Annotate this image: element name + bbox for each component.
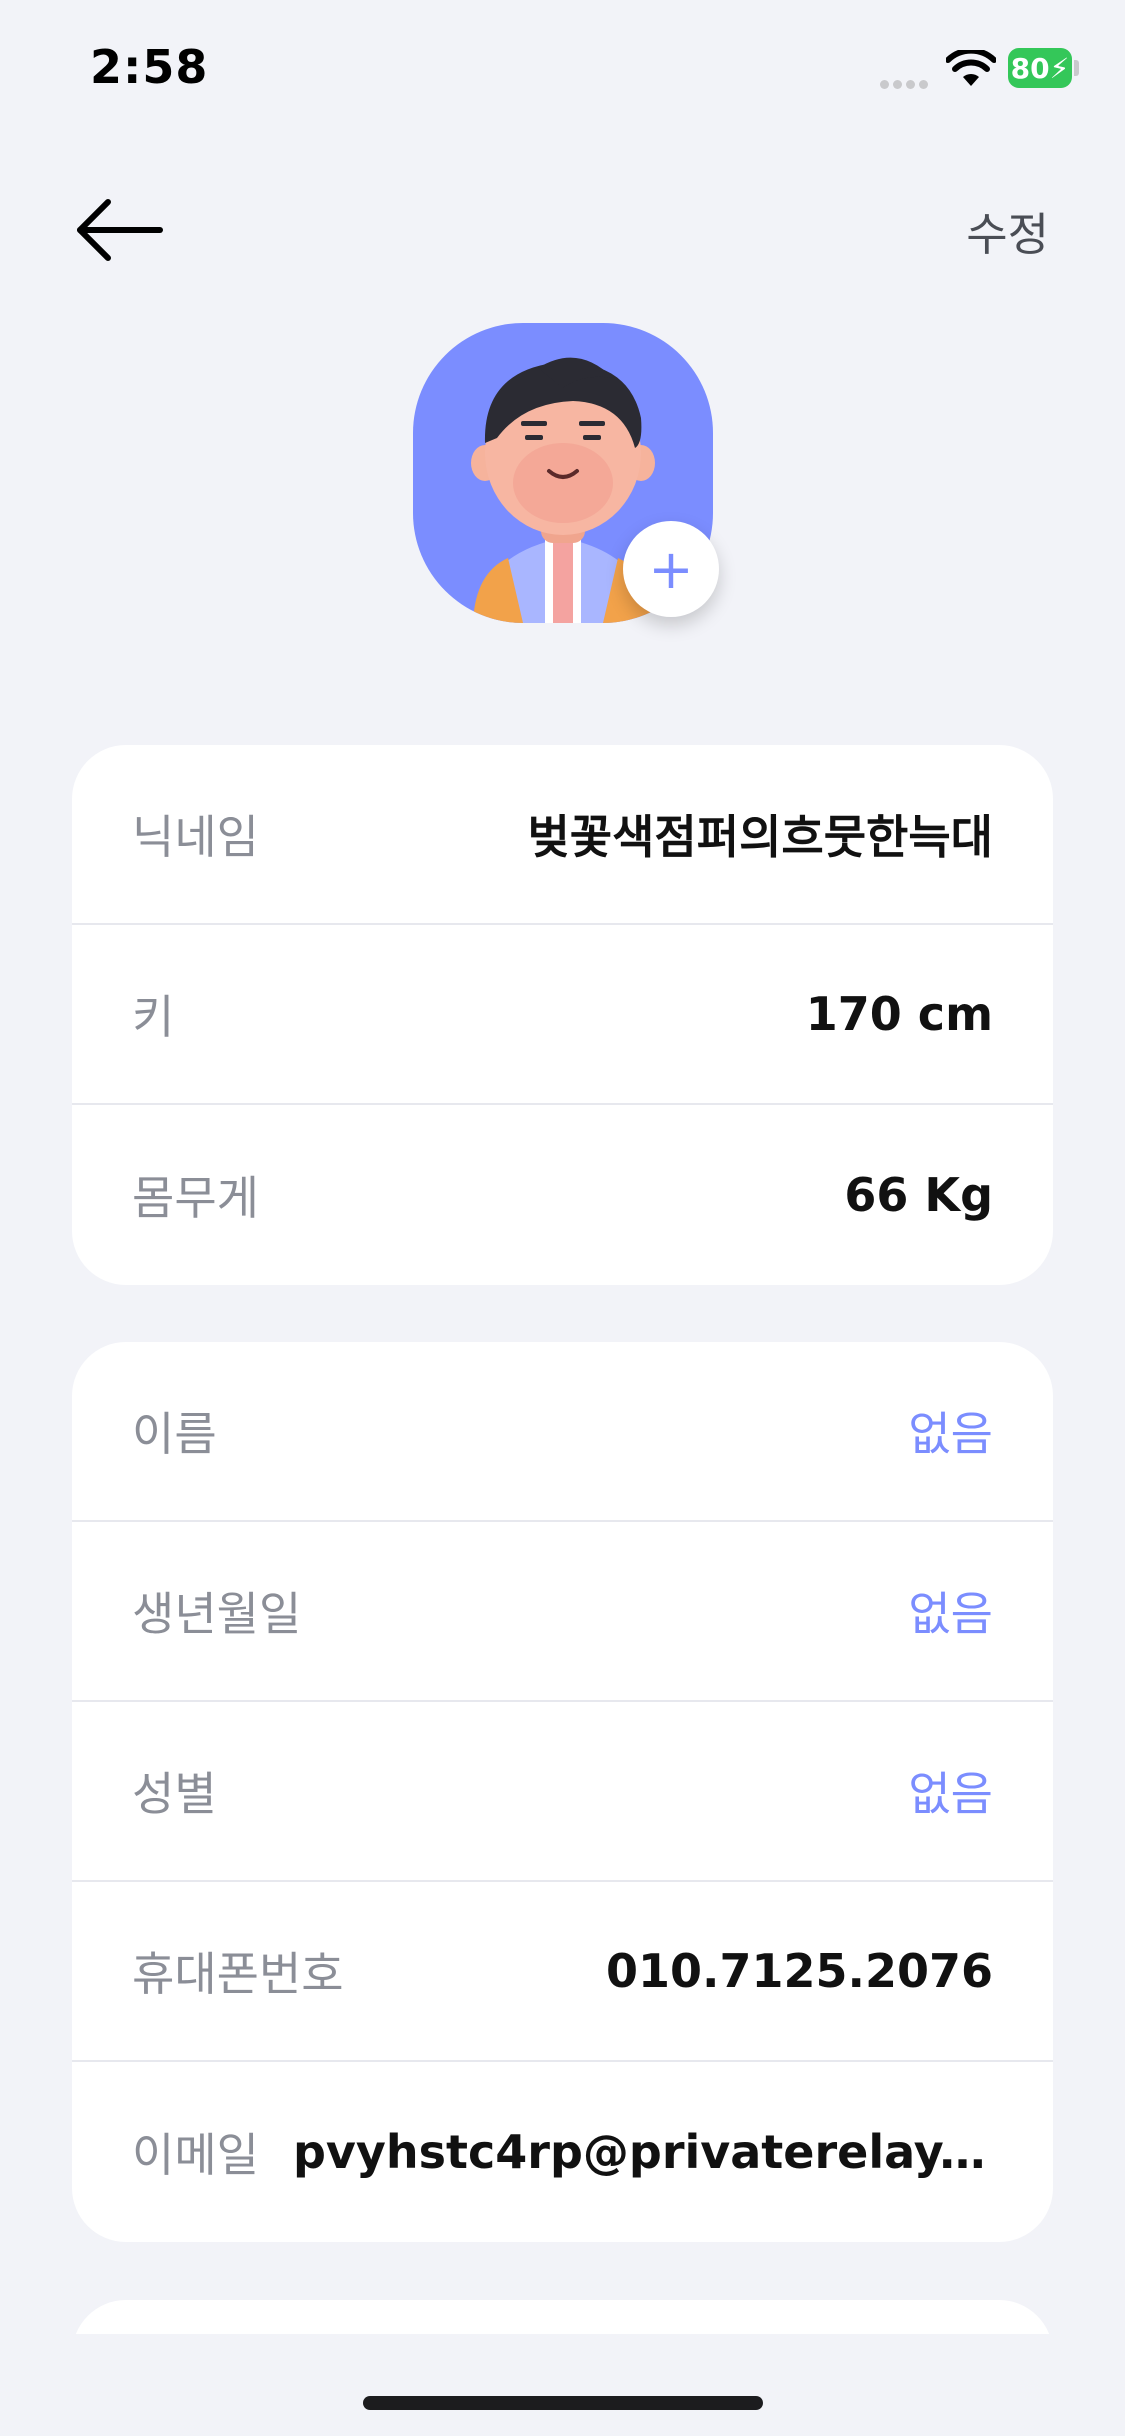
email-label: 이메일	[132, 2128, 259, 2182]
weight-value: 66 Kg	[844, 1168, 993, 1222]
back-arrow-icon[interactable]	[72, 192, 172, 268]
birthdate-row[interactable]: 생년월일 없음	[72, 1522, 1053, 1702]
charging-bolt-icon: ⚡	[1049, 51, 1070, 85]
name-row[interactable]: 이름 없음	[72, 1342, 1053, 1522]
nickname-value: 벚꽃색점퍼의흐뭇한늑대	[527, 810, 993, 864]
phone-value: 010.7125.2076	[605, 1944, 993, 1998]
add-photo-button[interactable]: +	[623, 521, 719, 617]
name-label: 이름	[132, 1407, 217, 1461]
edit-button[interactable]: 수정	[966, 198, 1049, 263]
nickname-label: 닉네임	[132, 810, 259, 864]
weight-row[interactable]: 몸무게 66 Kg	[72, 1105, 1053, 1285]
body-info-card: 닉네임 벚꽃색점퍼의흐뭇한늑대 키 170 cm 몸무게 66 Kg	[72, 745, 1053, 1285]
wifi-icon	[946, 50, 996, 86]
plus-icon: +	[648, 537, 694, 601]
battery-icon: 80 ⚡	[1008, 48, 1072, 88]
phone-row[interactable]: 휴대폰번호 010.7125.2076	[72, 1882, 1053, 2062]
status-time: 2:58	[90, 40, 209, 94]
name-value: 없음	[908, 1407, 993, 1461]
height-value: 170 cm	[805, 987, 993, 1041]
email-value: pvyhstc4rp@privaterelay.ap...	[293, 2125, 993, 2179]
battery-level: 80	[1010, 51, 1050, 85]
height-row[interactable]: 키 170 cm	[72, 925, 1053, 1105]
birthdate-label: 생년월일	[132, 1587, 302, 1641]
gender-row[interactable]: 성별 없음	[72, 1702, 1053, 1882]
bottom-area	[0, 2334, 1125, 2436]
cellular-signal-icon	[880, 74, 934, 89]
personal-info-card: 이름 없음 생년월일 없음 성별 없음 휴대폰번호 010.7125.2076 …	[72, 1342, 1053, 2242]
gender-label: 성별	[132, 1767, 217, 1821]
gender-value: 없음	[908, 1767, 993, 1821]
birthdate-value: 없음	[908, 1587, 993, 1641]
nickname-row[interactable]: 닉네임 벚꽃색점퍼의흐뭇한늑대	[72, 745, 1053, 925]
home-indicator[interactable]	[363, 2396, 763, 2410]
battery-cap	[1074, 60, 1079, 76]
weight-label: 몸무게	[132, 1171, 259, 1225]
phone-label: 휴대폰번호	[132, 1947, 344, 2001]
profile-avatar: +	[413, 323, 719, 623]
status-bar: 2:58 80 ⚡	[0, 0, 1125, 130]
nav-bar: 수정	[0, 170, 1125, 290]
height-label: 키	[132, 990, 175, 1044]
email-row[interactable]: 이메일 pvyhstc4rp@privaterelay.ap...	[72, 2062, 1053, 2242]
